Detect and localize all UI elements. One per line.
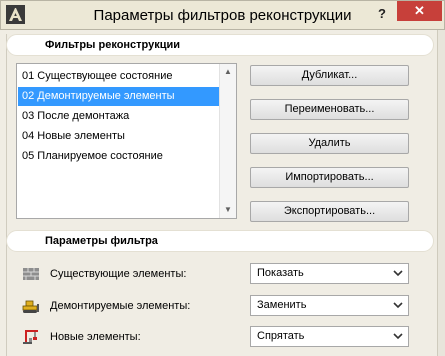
import-button[interactable]: Импортировать...: [250, 167, 409, 188]
existing-elements-label: Существующие элементы:: [50, 268, 187, 280]
params-section-title: Параметры фильтра: [45, 235, 158, 247]
new-crane-icon: [23, 330, 38, 344]
new-elements-select[interactable]: Спрятать: [250, 326, 409, 347]
list-item-label: 05 Планируемое состояние: [22, 150, 163, 162]
list-item-label: 03 После демонтажа: [22, 110, 130, 122]
list-item[interactable]: 04 Новые элементы: [18, 127, 220, 146]
list-item[interactable]: 03 После демонтажа: [18, 107, 220, 126]
duplicate-button[interactable]: Дубликат...: [250, 65, 409, 86]
existing-elements-select[interactable]: Показать: [250, 263, 409, 284]
params-section-header: Параметры фильтра: [6, 230, 434, 252]
chevron-down-icon: [393, 270, 403, 277]
existing-wall-icon: [23, 268, 39, 280]
delete-button[interactable]: Удалить: [250, 133, 409, 154]
scroll-up-arrow-icon[interactable]: ▲: [220, 64, 236, 80]
list-item-label: 04 Новые элементы: [22, 130, 125, 142]
demolished-elements-label: Демонтируемые элементы:: [50, 300, 191, 312]
help-button[interactable]: ?: [373, 5, 391, 23]
list-item[interactable]: 05 Планируемое состояние: [18, 147, 220, 166]
demolished-elements-select[interactable]: Заменить: [250, 295, 409, 316]
chevron-down-icon: [393, 302, 403, 309]
rename-button[interactable]: Переименовать...: [250, 99, 409, 120]
close-button[interactable]: ✕: [397, 1, 442, 21]
filters-section-header: Фильтры реконструкции: [6, 34, 434, 56]
new-elements-label: Новые элементы:: [50, 331, 141, 343]
list-item[interactable]: 01 Существующее состояние: [18, 67, 220, 86]
filters-listbox[interactable]: 01 Существующее состояние 02 Демонтируем…: [16, 63, 237, 219]
scroll-down-arrow-icon[interactable]: ▼: [220, 202, 236, 218]
demolished-elements-value: Заменить: [257, 299, 307, 311]
list-item-label: 02 Демонтируемые элементы: [22, 90, 175, 102]
title-bar: Параметры фильтров реконструкции ? ✕: [0, 0, 445, 30]
filters-section-title: Фильтры реконструкции: [45, 39, 181, 51]
window-right-edge: [437, 30, 445, 356]
new-elements-value: Спрятать: [257, 330, 305, 342]
export-button[interactable]: Экспортировать...: [250, 201, 409, 222]
demolish-bulldozer-icon: [22, 300, 39, 313]
chevron-down-icon: [393, 333, 403, 340]
list-scrollbar[interactable]: ▲ ▼: [219, 64, 236, 218]
list-item-selected[interactable]: 02 Демонтируемые элементы: [18, 87, 220, 106]
existing-elements-value: Показать: [257, 267, 304, 279]
list-item-label: 01 Существующее состояние: [22, 70, 173, 82]
